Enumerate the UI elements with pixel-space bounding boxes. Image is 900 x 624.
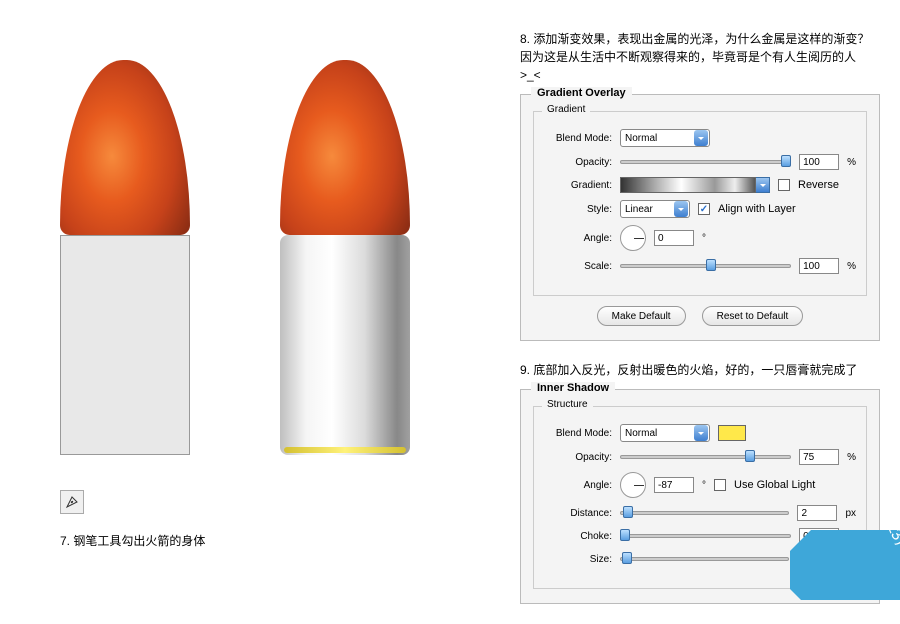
size-slider[interactable] xyxy=(620,552,789,566)
style-value: Linear xyxy=(625,204,653,215)
align-checkbox[interactable] xyxy=(698,203,710,215)
panel-title: Gradient Overlay xyxy=(531,87,632,99)
deg-label: ° xyxy=(702,480,706,491)
corner-badge: <3)～ xyxy=(790,530,900,600)
gradient-subgroup: Gradient Blend Mode: Normal Opacity: % G… xyxy=(533,111,867,296)
style-select[interactable]: Linear xyxy=(620,200,690,218)
scale-label: Scale: xyxy=(544,261,612,272)
step-7-caption: 7. 钢笔工具勾出火箭的身体 xyxy=(60,532,460,549)
blend-mode-value: Normal xyxy=(625,133,657,144)
rocket-tip xyxy=(280,60,410,235)
scale-input[interactable] xyxy=(799,258,839,274)
blend-mode-label: Blend Mode: xyxy=(544,428,612,439)
choke-slider[interactable] xyxy=(620,529,791,543)
distance-slider[interactable] xyxy=(620,506,789,520)
opacity-input[interactable] xyxy=(799,154,839,170)
deg-label: ° xyxy=(702,233,706,244)
rocket-body-flat xyxy=(60,235,190,455)
blend-mode-select[interactable]: Normal xyxy=(620,129,710,147)
scale-slider[interactable] xyxy=(620,259,791,273)
chevron-down-icon xyxy=(694,130,708,146)
global-light-checkbox[interactable] xyxy=(714,479,726,491)
gradient-preview xyxy=(620,177,756,193)
choke-label: Choke: xyxy=(544,531,612,542)
distance-label: Distance: xyxy=(544,508,612,519)
global-light-label: Use Global Light xyxy=(734,479,815,491)
opacity-slider[interactable] xyxy=(620,450,791,464)
chevron-down-icon xyxy=(674,201,688,217)
pct-label: % xyxy=(847,261,856,272)
size-label: Size: xyxy=(544,554,612,565)
blend-mode-label: Blend Mode: xyxy=(544,133,612,144)
angle-dial[interactable] xyxy=(620,472,646,498)
corner-text: <3)～ xyxy=(880,530,900,560)
gradient-label: Gradient: xyxy=(544,180,612,191)
px-label: px xyxy=(845,508,856,519)
rocket-body-gradient xyxy=(280,235,410,455)
distance-input[interactable] xyxy=(797,505,837,521)
angle-input[interactable] xyxy=(654,230,694,246)
rocket-gradient xyxy=(280,60,410,450)
opacity-label: Opacity: xyxy=(544,452,612,463)
angle-label: Angle: xyxy=(544,233,612,244)
angle-dial[interactable] xyxy=(620,225,646,251)
sub-title: Structure xyxy=(542,399,593,410)
rocket-flat xyxy=(60,60,190,450)
step-8-caption: 8. 添加渐变效果，表现出金属的光泽，为什么金属是这样的渐变？因为这是从生活中不… xyxy=(520,30,880,84)
reverse-checkbox[interactable] xyxy=(778,179,790,191)
opacity-label: Opacity: xyxy=(544,157,612,168)
rocket-tip xyxy=(60,60,190,235)
chevron-down-icon xyxy=(694,425,708,441)
make-default-button[interactable]: Make Default xyxy=(597,306,686,326)
blend-mode-value: Normal xyxy=(625,428,657,439)
gradient-overlay-panel: Gradient Overlay Gradient Blend Mode: No… xyxy=(520,94,880,341)
pct-label: % xyxy=(847,157,856,168)
step-9-caption: 9. 底部加入反光，反射出暖色的火焰，好的，一只唇膏就完成了 xyxy=(520,361,880,379)
rocket-illustrations xyxy=(60,60,460,450)
opacity-slider[interactable] xyxy=(620,155,791,169)
color-swatch[interactable] xyxy=(718,425,746,441)
pen-tool-icon[interactable] xyxy=(60,490,84,514)
pct-label: % xyxy=(847,452,856,463)
blend-mode-select[interactable]: Normal xyxy=(620,424,710,442)
style-label: Style: xyxy=(544,204,612,215)
align-label: Align with Layer xyxy=(718,203,796,215)
gradient-picker[interactable] xyxy=(620,177,770,193)
angle-input[interactable] xyxy=(654,477,694,493)
panel-title: Inner Shadow xyxy=(531,382,615,394)
reverse-label: Reverse xyxy=(798,179,839,191)
reset-default-button[interactable]: Reset to Default xyxy=(702,306,804,326)
chevron-down-icon xyxy=(756,177,770,193)
sub-title: Gradient xyxy=(542,104,590,115)
opacity-input[interactable] xyxy=(799,449,839,465)
angle-label: Angle: xyxy=(544,480,612,491)
